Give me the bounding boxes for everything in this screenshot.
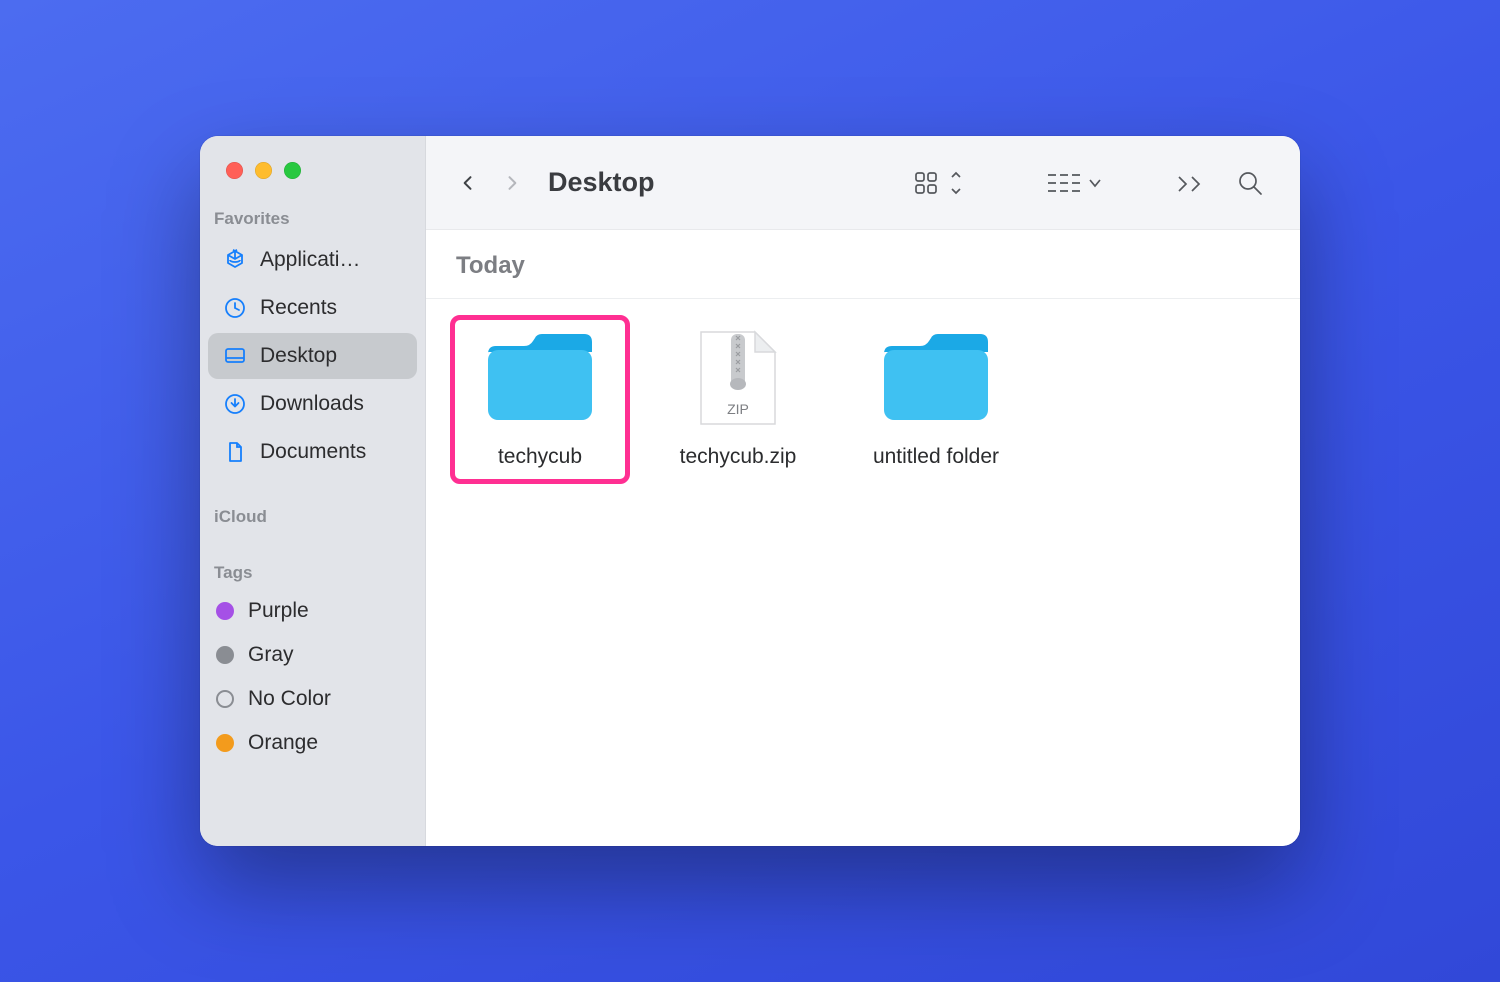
tag-orange[interactable]: Orange (200, 721, 425, 765)
sidebar-item-label: Downloads (260, 392, 364, 416)
download-icon (222, 391, 248, 417)
sidebar-item-downloads[interactable]: Downloads (208, 381, 417, 427)
document-icon (222, 439, 248, 465)
tag-label: Gray (248, 643, 294, 667)
window-controls (200, 162, 425, 209)
file-item[interactable]: ZIP techycub.zip (648, 315, 828, 484)
toolbar-overflow-button[interactable] (1164, 163, 1216, 203)
tag-label: No Color (248, 687, 331, 711)
view-mode-button[interactable] (902, 163, 976, 203)
finder-window: Favorites Applicati… Recents Desktop Dow… (200, 136, 1300, 846)
sidebar-item-documents[interactable]: Documents (208, 429, 417, 475)
tags-heading: Tags (200, 563, 425, 589)
favorites-heading: Favorites (200, 209, 425, 235)
svg-text:ZIP: ZIP (727, 401, 749, 417)
window-title: Desktop (548, 167, 655, 198)
file-item[interactable]: untitled folder (846, 315, 1026, 484)
tag-no-color[interactable]: No Color (200, 677, 425, 721)
icloud-heading: iCloud (200, 507, 425, 533)
tag-purple[interactable]: Purple (200, 589, 425, 633)
sidebar-item-label: Applicati… (260, 248, 360, 272)
zip-icon: ZIP (678, 328, 798, 428)
tag-dot-icon (216, 602, 234, 620)
file-label: untitled folder (873, 444, 999, 469)
sidebar-item-label: Desktop (260, 344, 337, 368)
file-grid: techycub ZIP techycub.zip (426, 299, 1300, 846)
tag-label: Orange (248, 731, 318, 755)
clock-icon (222, 295, 248, 321)
tag-dot-icon (216, 734, 234, 752)
toolbar: Desktop (426, 136, 1300, 230)
zoom-button[interactable] (284, 162, 301, 179)
tag-dot-icon (216, 690, 234, 708)
sidebar-item-recents[interactable]: Recents (208, 285, 417, 331)
applications-icon (222, 247, 248, 273)
forward-button[interactable] (494, 165, 530, 201)
sidebar-item-applications[interactable]: Applicati… (208, 237, 417, 283)
folder-icon (480, 328, 600, 428)
tag-gray[interactable]: Gray (200, 633, 425, 677)
group-by-button[interactable] (1034, 163, 1116, 203)
close-button[interactable] (226, 162, 243, 179)
tag-label: Purple (248, 599, 309, 623)
sidebar-item-label: Recents (260, 296, 337, 320)
minimize-button[interactable] (255, 162, 272, 179)
folder-icon (876, 328, 996, 428)
tag-dot-icon (216, 646, 234, 664)
sidebar-item-desktop[interactable]: Desktop (208, 333, 417, 379)
main-area: Desktop (426, 136, 1300, 846)
file-item[interactable]: techycub (450, 315, 630, 484)
group-header: Today (426, 230, 1300, 299)
file-label: techycub (498, 444, 582, 469)
sidebar-item-label: Documents (260, 440, 366, 464)
file-label: techycub.zip (680, 444, 797, 469)
desktop-icon (222, 343, 248, 369)
back-button[interactable] (450, 165, 486, 201)
search-button[interactable] (1224, 163, 1276, 203)
sidebar: Favorites Applicati… Recents Desktop Dow… (200, 136, 426, 846)
